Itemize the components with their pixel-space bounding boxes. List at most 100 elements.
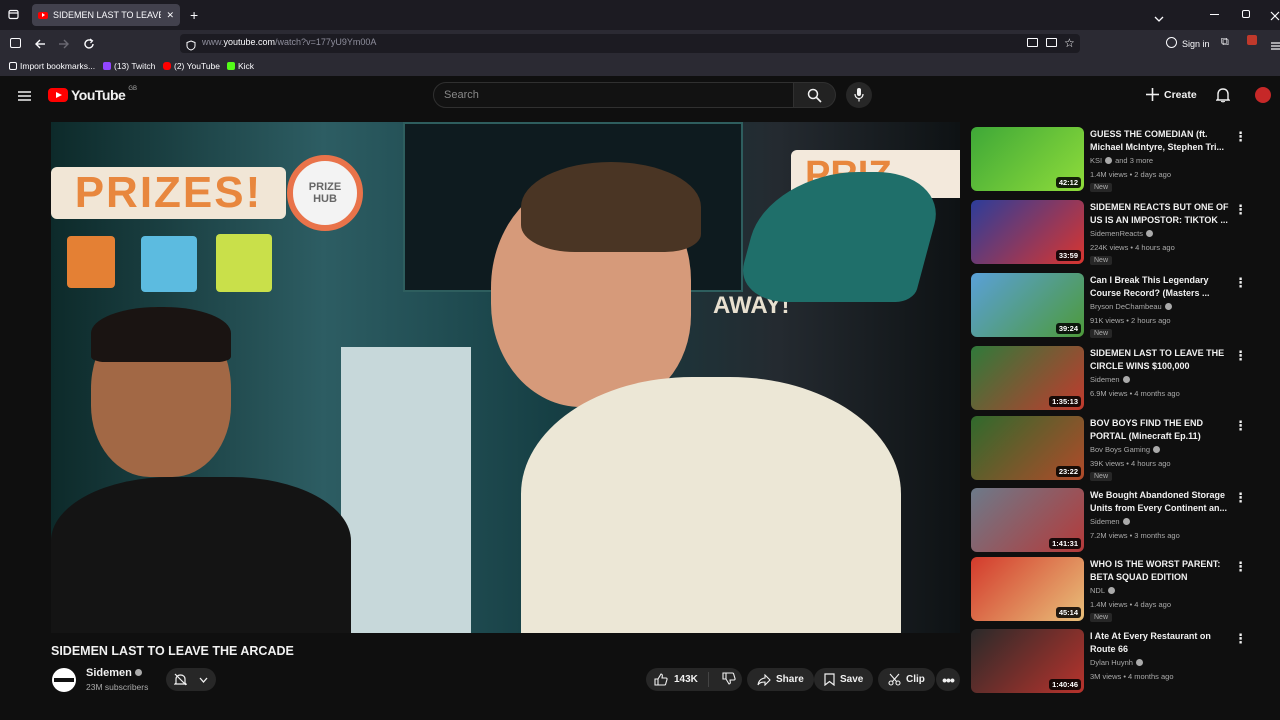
recommendation-thumbnail[interactable]: 1:40:46 <box>971 629 1084 693</box>
recommendation-channel[interactable]: Bryson DeChambeau <box>1090 302 1172 311</box>
recommendation-title[interactable]: SIDEMEN LAST TO LEAVE THE CIRCLE WINS $1… <box>1090 347 1235 373</box>
list-all-tabs-icon[interactable] <box>1154 10 1164 28</box>
extensions-icon[interactable]: ⧉ <box>1221 37 1229 48</box>
more-vertical-icon[interactable]: ⋮ <box>1234 418 1247 434</box>
user-avatar[interactable] <box>1255 87 1271 103</box>
recommendation-channel[interactable]: SidemenReacts <box>1090 229 1153 238</box>
sidebar-toggle-icon[interactable] <box>10 38 21 48</box>
recommendation-title[interactable]: We Bought Abandoned Storage Units from E… <box>1090 489 1235 515</box>
recommendation-item[interactable]: 45:14 WHO IS THE WORST PARENT: BETA SQUAD… <box>971 557 1271 623</box>
notification-bell-menu[interactable] <box>166 668 216 691</box>
clip-button[interactable]: Clip <box>878 668 935 691</box>
channel-avatar[interactable] <box>52 668 76 692</box>
video-duration: 1:40:46 <box>1049 679 1081 690</box>
account-icon[interactable] <box>1166 37 1177 48</box>
video-player[interactable]: PRIZES! PRIZE HUB PRIZ AWAY! <box>51 122 960 633</box>
arcade-machine <box>341 347 471 633</box>
recommendation-channel-name: Bov Boys Gaming <box>1090 445 1151 454</box>
bookmark-kick[interactable]: Kick <box>227 61 254 71</box>
channel-name[interactable]: Sidemen <box>86 667 142 679</box>
forward-arrow-icon[interactable] <box>58 37 70 55</box>
site-info-icon[interactable] <box>186 38 196 56</box>
recommendation-channel-name: Dylan Huynh <box>1090 658 1133 667</box>
reload-icon[interactable] <box>83 37 95 55</box>
person-right-body <box>521 377 901 633</box>
more-actions-button[interactable]: ••• <box>936 668 960 691</box>
search-icon <box>807 88 822 103</box>
thumbs-down-icon <box>722 671 736 685</box>
new-tab-button[interactable]: + <box>190 8 198 22</box>
bookmark-youtube[interactable]: (2) YouTube <box>163 61 220 71</box>
channel-logo-mark <box>54 678 74 682</box>
more-vertical-icon[interactable]: ⋮ <box>1234 348 1247 364</box>
guide-menu-icon[interactable] <box>18 89 31 107</box>
recommendation-channel[interactable]: Bov Boys Gaming <box>1090 445 1161 454</box>
recommendation-thumbnail[interactable]: 39:24 <box>971 273 1084 337</box>
recommendation-thumbnail[interactable]: 42:12 <box>971 127 1084 191</box>
recommendation-thumbnail[interactable]: 45:14 <box>971 557 1084 621</box>
more-vertical-icon[interactable]: ⋮ <box>1234 631 1247 647</box>
bookmark-twitch[interactable]: (13) Twitch <box>103 61 155 71</box>
recommendation-item[interactable]: 23:22 BOV BOYS FIND THE END PORTAL (Minec… <box>971 416 1271 482</box>
browser-tab-active[interactable]: SIDEMEN LAST TO LEAVE THE ARCADE ✕ <box>32 4 180 26</box>
app-menu-icon[interactable] <box>1271 38 1280 56</box>
reader-view-icon[interactable] <box>1046 38 1057 47</box>
youtube-logo[interactable]: YouTube GB <box>48 86 137 103</box>
maximize-icon[interactable] <box>1242 10 1250 18</box>
share-button[interactable]: Share <box>747 668 814 691</box>
more-vertical-icon[interactable]: ⋮ <box>1234 559 1247 575</box>
more-vertical-icon[interactable]: ⋮ <box>1234 490 1247 506</box>
recommendation-item[interactable]: 1:40:46 I Ate At Every Restaurant on Rout… <box>971 629 1271 695</box>
recommendation-channel-extra: and 3 more <box>1115 156 1154 165</box>
search-input[interactable]: Search <box>433 82 794 108</box>
close-window-icon[interactable] <box>1270 8 1280 26</box>
sign-in-button[interactable]: Sign in <box>1182 39 1210 49</box>
dislike-button[interactable] <box>714 671 744 688</box>
recommendation-thumbnail[interactable]: 1:41:31 <box>971 488 1084 552</box>
recommendation-title[interactable]: SIDEMEN REACTS BUT ONE OF US IS AN IMPOS… <box>1090 201 1235 227</box>
recommendation-item[interactable]: 39:24 Can I Break This Legendary Course R… <box>971 273 1271 339</box>
minimize-icon[interactable] <box>1210 14 1219 15</box>
prize-hub-text: PRIZE HUB <box>308 181 342 205</box>
recommendation-channel[interactable]: Sidemen <box>1090 375 1130 384</box>
search-button[interactable] <box>794 82 836 108</box>
more-vertical-icon[interactable]: ⋮ <box>1234 275 1247 291</box>
recommendation-title[interactable]: GUESS THE COMEDIAN (ft. Michael McIntyre… <box>1090 128 1235 154</box>
save-button[interactable]: Save <box>814 668 874 691</box>
more-horizontal-icon: ••• <box>942 671 955 688</box>
create-button[interactable]: Create <box>1146 88 1197 101</box>
recommendation-thumbnail[interactable]: 1:35:13 <box>971 346 1084 410</box>
tab-overview-icon[interactable] <box>8 9 19 23</box>
recommendation-item[interactable]: 1:35:13 SIDEMEN LAST TO LEAVE THE CIRCLE … <box>971 346 1271 412</box>
bookmark-import[interactable]: Import bookmarks... <box>9 61 95 71</box>
recommendation-title[interactable]: Can I Break This Legendary Course Record… <box>1090 274 1235 300</box>
verified-badge-icon <box>1108 587 1116 594</box>
recommendation-channel[interactable]: NDL <box>1090 586 1116 595</box>
share-label: Share <box>776 674 804 685</box>
recommendation-title[interactable]: I Ate At Every Restaurant on Route 66 <box>1090 630 1235 656</box>
more-vertical-icon[interactable]: ⋮ <box>1234 129 1247 145</box>
picture-in-picture-icon[interactable] <box>1027 38 1038 47</box>
recommendation-channel-name: KSI <box>1090 156 1103 165</box>
bell-off-icon <box>174 673 187 686</box>
recommendation-channel[interactable]: Sidemen <box>1090 517 1130 526</box>
bookmark-star-icon[interactable]: ☆ <box>1064 37 1075 49</box>
notifications-bell-icon[interactable] <box>1215 87 1231 108</box>
import-icon <box>9 62 17 70</box>
recommendation-channel[interactable]: Dylan Huynh <box>1090 658 1143 667</box>
more-vertical-icon[interactable]: ⋮ <box>1234 202 1247 218</box>
recommendation-thumbnail[interactable]: 23:22 <box>971 416 1084 480</box>
recommendation-item[interactable]: 1:41:31 We Bought Abandoned Storage Units… <box>971 488 1271 554</box>
recommendation-thumbnail[interactable]: 33:59 <box>971 200 1084 264</box>
back-arrow-icon[interactable] <box>34 37 46 55</box>
arcade-button-blue <box>141 236 197 292</box>
extension-badge-icon[interactable] <box>1247 35 1257 45</box>
recommendation-title[interactable]: BOV BOYS FIND THE END PORTAL (Minecraft … <box>1090 417 1235 443</box>
recommendation-item[interactable]: 33:59 SIDEMEN REACTS BUT ONE OF US IS AN … <box>971 200 1271 266</box>
like-button[interactable]: 143K <box>646 672 709 687</box>
tab-close-icon[interactable]: ✕ <box>166 10 174 21</box>
recommendation-channel[interactable]: KSI and 3 more <box>1090 156 1153 165</box>
recommendation-title[interactable]: WHO IS THE WORST PARENT: BETA SQUAD EDIT… <box>1090 558 1235 584</box>
voice-search-button[interactable] <box>846 82 872 108</box>
recommendation-item[interactable]: 42:12 GUESS THE COMEDIAN (ft. Michael McI… <box>971 127 1271 193</box>
